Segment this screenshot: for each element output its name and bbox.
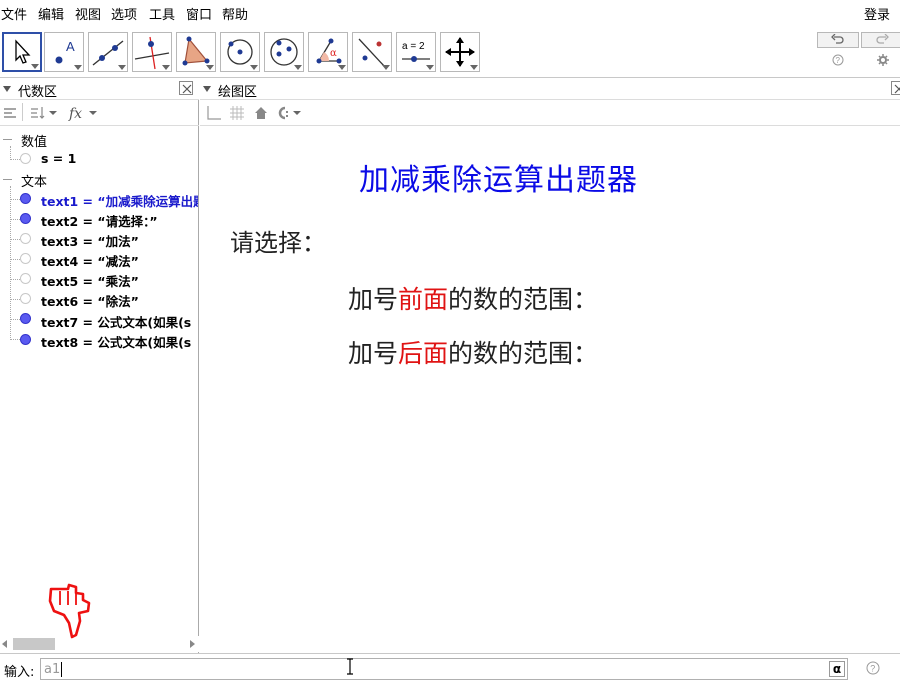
input-placeholder: a1 [44, 662, 61, 677]
algebra-horizontal-scrollbar[interactable] [0, 636, 199, 652]
visibility-toggle-text5[interactable] [20, 273, 31, 284]
pointing-hand-cursor-icon [48, 583, 91, 639]
close-icon [182, 84, 192, 94]
close-graphics-view-button[interactable] [891, 81, 900, 95]
command-input[interactable]: a1 α [40, 658, 848, 680]
conic-tool-button[interactable] [264, 32, 304, 72]
sort-by-icon[interactable] [30, 105, 60, 121]
scroll-left-arrow-icon[interactable] [2, 640, 7, 648]
perpendicular-tool-button[interactable] [132, 32, 172, 72]
algebra-view-header: 代数区 [0, 78, 199, 100]
range-line2-post: 的数的范围： [448, 339, 599, 368]
angle-tool-button[interactable]: α [308, 32, 348, 72]
range-line1-pre: 加号 [348, 285, 399, 314]
function-fx-icon[interactable]: fx [68, 104, 100, 122]
circle-tool-button[interactable] [220, 32, 260, 72]
svg-text:α: α [330, 48, 337, 59]
menu-options[interactable]: 选项 [111, 4, 137, 23]
input-label: 输入: [4, 665, 35, 680]
algebra-item-text6[interactable]: text6 = “除法” [41, 291, 198, 310]
menu-view[interactable]: 视图 [75, 4, 101, 23]
category-numbers[interactable]: 数值 [21, 131, 47, 150]
redo-icon [876, 34, 889, 44]
move-tool-button[interactable] [2, 32, 42, 72]
algebra-item-s[interactable]: s = 1 [41, 151, 198, 166]
auxiliary-objects-icon[interactable] [3, 106, 17, 120]
polygon-tool-button[interactable] [176, 32, 216, 72]
line-tool-button[interactable] [88, 32, 128, 72]
slider-tool-button[interactable]: a = 2 [396, 32, 436, 72]
range-text-after-plus[interactable]: 加号后面的数的范围： [348, 334, 598, 370]
close-icon [894, 84, 900, 94]
menu-help[interactable]: 帮助 [222, 4, 248, 23]
algebra-item-text2[interactable]: text2 = “请选择：” [41, 211, 198, 230]
visibility-toggle-text1[interactable] [20, 193, 31, 204]
menu-bar: 文件 编辑 视图 选项 工具 窗口 帮助 登录 [0, 0, 900, 26]
range-line2-highlight: 后面 [398, 339, 449, 368]
algebra-item-text4[interactable]: text4 = “减法” [41, 251, 198, 270]
scroll-right-arrow-icon[interactable] [190, 640, 195, 648]
algebra-view-title: 代数区 [18, 85, 58, 100]
prompt-text[interactable]: 请选择： [230, 223, 326, 258]
visibility-toggle-text7[interactable] [20, 313, 31, 324]
alpha-symbol-button[interactable]: α [829, 661, 845, 677]
svg-text:?: ? [870, 664, 875, 674]
text-caret [61, 662, 62, 677]
axes-toggle-icon[interactable] [206, 105, 222, 121]
undo-button[interactable] [817, 32, 859, 48]
settings-gear-icon[interactable] [877, 54, 889, 66]
graphics-style-bar [200, 100, 900, 126]
home-icon[interactable] [253, 105, 269, 121]
algebra-item-text8[interactable]: text8 = 公式文本(如果(s [41, 332, 198, 351]
menu-edit[interactable]: 编辑 [38, 4, 64, 23]
collapse-text-toggle[interactable] [3, 179, 12, 180]
range-line1-highlight: 前面 [398, 285, 449, 314]
algebra-item-text1[interactable]: text1 = “加减乘除运算出题器” [41, 191, 198, 210]
range-line2-pre: 加号 [348, 339, 399, 368]
category-text[interactable]: 文本 [21, 171, 47, 190]
range-line1-post: 的数的范围： [448, 285, 599, 314]
visibility-toggle-text6[interactable] [20, 293, 31, 304]
input-bar: 输入: a1 α [0, 653, 900, 683]
visibility-toggle-text2[interactable] [20, 213, 31, 224]
text-cursor-ibeam-icon [347, 658, 353, 675]
toolbar: A α a = 2 ? [0, 26, 900, 78]
menu-file[interactable]: 文件 [1, 4, 27, 23]
grid-toggle-icon[interactable] [229, 105, 245, 121]
collapse-triangle-icon[interactable] [203, 86, 211, 92]
reflect-tool-button[interactable] [352, 32, 392, 72]
graphics-view-header: 绘图区 [200, 78, 900, 100]
graphics-view-title: 绘图区 [218, 85, 258, 100]
move-graphics-tool-button[interactable] [440, 32, 480, 72]
login-link[interactable]: 登录 [864, 4, 890, 23]
algebra-item-text7[interactable]: text7 = 公式文本(如果(s [41, 312, 198, 331]
range-text-before-plus[interactable]: 加号前面的数的范围： [348, 280, 598, 316]
svg-text:?: ? [836, 56, 841, 65]
close-algebra-view-button[interactable] [179, 81, 193, 95]
algebra-item-text3[interactable]: text3 = “加法” [41, 231, 198, 250]
visibility-toggle-text8[interactable] [20, 334, 31, 345]
undo-icon [831, 34, 844, 44]
point-capture-icon[interactable] [275, 105, 305, 121]
visibility-toggle-text4[interactable] [20, 253, 31, 264]
visibility-toggle-text3[interactable] [20, 233, 31, 244]
menu-tools[interactable]: 工具 [149, 4, 175, 23]
svg-text:A: A [66, 39, 75, 54]
slider-label: a = 2 [402, 41, 425, 52]
help-icon[interactable]: ? [832, 54, 844, 66]
input-help-icon[interactable]: ? [866, 661, 880, 675]
algebra-item-text5[interactable]: text5 = “乘法” [41, 271, 198, 290]
collapse-numbers-toggle[interactable] [3, 139, 12, 140]
visibility-toggle-s[interactable] [20, 153, 31, 164]
worksheet-title[interactable]: 加减乘除运算出题器 [359, 155, 638, 199]
point-tool-button[interactable]: A [44, 32, 84, 72]
collapse-triangle-icon[interactable] [3, 86, 11, 92]
algebra-toolbar: fx [0, 100, 199, 126]
redo-button[interactable] [861, 32, 900, 48]
menu-window[interactable]: 窗口 [186, 4, 212, 23]
svg-text:fx: fx [68, 106, 82, 122]
